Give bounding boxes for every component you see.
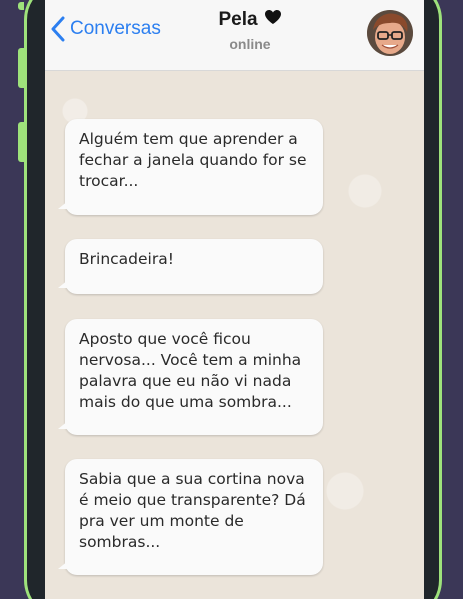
message-text: Sabia que a sua cortina nova é meio que … bbox=[79, 470, 306, 551]
chat-screen: Conversas Pela online Alguém tem que apr… bbox=[45, 0, 424, 599]
message-text: Aposto que você ficou nervosa... Você te… bbox=[79, 330, 302, 411]
contact-avatar[interactable] bbox=[367, 10, 413, 56]
app-stage: Conversas Pela online Alguém tem que apr… bbox=[0, 0, 463, 599]
contact-info[interactable]: Pela online bbox=[195, 9, 305, 52]
side-button-1 bbox=[18, 2, 24, 10]
message-bubble: Alguém tem que aprender a fechar a janel… bbox=[58, 119, 323, 215]
chevron-left-icon bbox=[50, 16, 66, 42]
heart-icon bbox=[264, 9, 282, 31]
message-text: Brincadeira! bbox=[79, 250, 174, 268]
message-bubble: Brincadeira! bbox=[58, 239, 323, 294]
chat-header: Conversas Pela online bbox=[45, 0, 424, 71]
contact-name: Pela bbox=[218, 9, 258, 30]
back-label: Conversas bbox=[70, 18, 161, 39]
contact-name-row: Pela bbox=[218, 9, 281, 31]
message-bubble: Aposto que você ficou nervosa... Você te… bbox=[58, 319, 323, 435]
message-list[interactable]: Alguém tem que aprender a fechar a janel… bbox=[45, 71, 424, 599]
message-text: Alguém tem que aprender a fechar a janel… bbox=[79, 130, 307, 190]
back-button[interactable]: Conversas bbox=[50, 16, 161, 42]
message-bubble: Sabia que a sua cortina nova é meio que … bbox=[58, 459, 323, 575]
contact-status: online bbox=[229, 36, 271, 52]
